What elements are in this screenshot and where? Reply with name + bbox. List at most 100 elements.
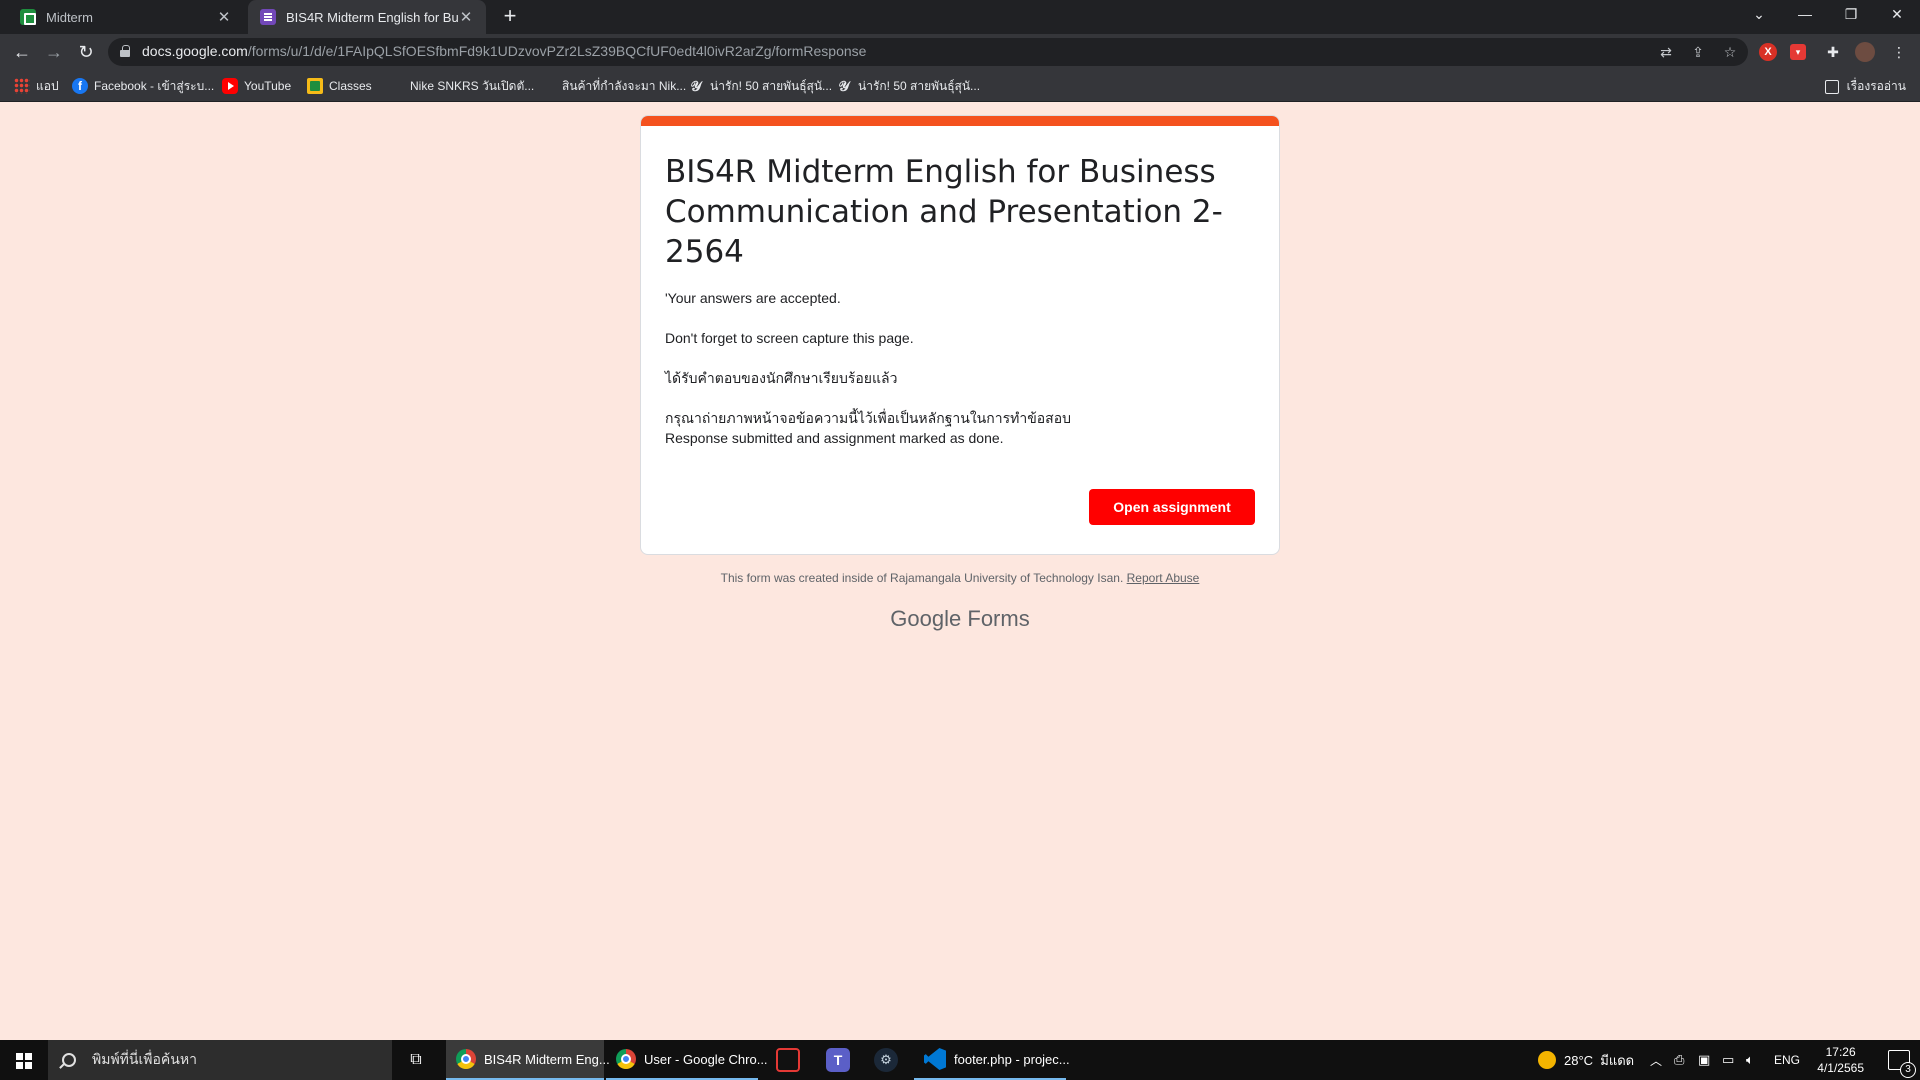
taskbar-search[interactable]: พิมพ์ที่นี่เพื่อค้นหา [48, 1040, 392, 1080]
extensions-puzzle-icon[interactable]: ✚ [1822, 41, 1844, 63]
google-classroom-icon [307, 78, 323, 94]
extension-pocket-icon[interactable]: ▾ [1790, 44, 1806, 60]
printer-icon[interactable]: ⎙ [1674, 1040, 1684, 1080]
form-response-card: BIS4R Midterm English for Business Commu… [640, 115, 1280, 555]
nike-icon [388, 78, 404, 94]
form-accent-bar [641, 116, 1279, 126]
address-bar[interactable]: docs.google.com/forms/u/1/d/e/1FAIpQLSfO… [108, 38, 1748, 66]
forms-wordmark: Forms [967, 606, 1030, 631]
submission-status: Response submitted and assignment marked… [665, 430, 1004, 446]
weather-widget[interactable]: 28°C มีแดด [1538, 1040, 1634, 1080]
bookmark-star-icon[interactable]: ☆ [1720, 42, 1740, 62]
bookmark-nike-upcoming[interactable]: สินค้าที่กำลังจะมา Nik... [540, 77, 686, 95]
garena-icon[interactable] [776, 1048, 800, 1072]
language-indicator[interactable]: ENG [1774, 1040, 1800, 1080]
form-footer: This form was created inside of Rajamang… [640, 571, 1280, 585]
restore-button[interactable]: ❐ [1828, 0, 1874, 30]
reading-list-label: เรื่องรออ่าน [1846, 79, 1906, 93]
bookmark-label: YouTube [244, 79, 292, 93]
taskbar-app-label: User - Google Chro... [644, 1051, 768, 1067]
weather-text: มีแดด [1600, 1052, 1635, 1068]
google-forms-icon [260, 9, 276, 25]
bookmark-label: Classes [329, 79, 372, 93]
bookmark-dogs-1[interactable]: 𝒴 น่ารัก! 50 สายพันธุ์สุนั... [688, 77, 833, 95]
windows-logo-icon [16, 1053, 32, 1069]
message-line: ได้รับคำตอบของนักศึกษาเรียบร้อยแล้ว [665, 370, 898, 386]
footer-text: This form was created inside of Rajamang… [720, 571, 1124, 585]
profile-avatar[interactable] [1855, 42, 1875, 62]
vscode-icon [924, 1048, 946, 1070]
bookmark-label: แอป [36, 78, 59, 93]
google-sheets-icon [20, 9, 36, 25]
reload-icon[interactable]: ↻ [74, 40, 98, 64]
app-tray-icon[interactable]: ▣ [1698, 1040, 1710, 1080]
bookmark-youtube[interactable]: YouTube [222, 77, 291, 95]
message-line: 'Your answers are accepted. [665, 290, 841, 306]
reading-list-icon [1824, 79, 1839, 94]
close-tab-icon[interactable]: ✕ [458, 8, 474, 26]
url-text[interactable]: docs.google.com/forms/u/1/d/e/1FAIpQLSfO… [142, 43, 866, 59]
tab-title: Midterm [46, 9, 93, 25]
confirmation-message: 'Your answers are accepted. Don't forget… [665, 288, 1255, 428]
taskbar-app-chrome-form[interactable]: BIS4R Midterm Eng... [446, 1040, 610, 1080]
google-wordmark: Google [890, 606, 962, 631]
back-icon[interactable]: ← [10, 40, 34, 64]
volume-icon[interactable]: 🔈︎ [1746, 1040, 1754, 1080]
reading-list[interactable]: เรื่องรออ่าน [1824, 77, 1906, 96]
chrome-menu-icon[interactable]: ⋮ [1888, 41, 1910, 63]
clock-date: 4/1/2565 [1817, 1061, 1864, 1075]
lock-icon[interactable] [120, 45, 130, 57]
tab-midterm[interactable]: Midterm ✕ [8, 0, 244, 34]
chrome-icon [456, 1049, 476, 1069]
start-button[interactable] [0, 1040, 48, 1080]
taskbar-app-chrome-user[interactable]: User - Google Chro... [606, 1040, 768, 1080]
sun-icon [1538, 1051, 1556, 1069]
bookmark-nike-snkrs[interactable]: Nike SNKRS วันเปิดตั... [388, 77, 534, 95]
apps-grid-icon [14, 78, 30, 94]
search-placeholder: พิมพ์ที่นี่เพื่อค้นหา [92, 1051, 197, 1067]
bookmark-apps[interactable]: แอป [14, 77, 59, 95]
tab-search-icon[interactable]: ⌄ [1736, 0, 1782, 30]
taskbar-app-vscode[interactable]: footer.php - projec... [914, 1040, 1070, 1080]
notification-count-badge: 3 [1900, 1062, 1916, 1078]
tab-title: BIS4R Midterm English for Business Commu… [286, 9, 458, 25]
taskbar-app-label: BIS4R Midterm Eng... [484, 1051, 610, 1067]
steam-icon[interactable]: ⚙ [874, 1048, 898, 1072]
share-icon[interactable]: ⇪ [1688, 42, 1708, 62]
bookmark-label: น่ารัก! 50 สายพันธุ์สุนั... [858, 78, 981, 93]
bookmark-label: น่ารัก! 50 สายพันธุ์สุนั... [710, 78, 833, 93]
search-icon [62, 1053, 76, 1067]
close-window-button[interactable]: ✕ [1874, 0, 1920, 30]
clock-time: 17:26 [1825, 1045, 1856, 1059]
weather-temp: 28°C [1564, 1052, 1594, 1068]
youtube-icon [222, 78, 238, 94]
report-abuse-link[interactable]: Report Abuse [1127, 571, 1200, 585]
site-icon: 𝒴 [838, 78, 850, 94]
open-assignment-button[interactable]: Open assignment [1089, 489, 1255, 525]
bookmark-label: Facebook - เข้าสู่ระบ... [94, 78, 215, 93]
form-title: BIS4R Midterm English for Business Commu… [665, 154, 1223, 270]
translate-icon[interactable]: ⇄ [1656, 42, 1676, 62]
bookmark-label: Nike SNKRS วันเปิดตั... [410, 78, 535, 93]
clock[interactable]: 17:26 4/1/2565 [1817, 1044, 1864, 1076]
facebook-icon: f [72, 78, 88, 94]
bookmark-facebook[interactable]: f Facebook - เข้าสู่ระบ... [72, 77, 214, 95]
close-tab-icon[interactable]: ✕ [216, 8, 232, 26]
bookmark-classes[interactable]: Classes [307, 77, 372, 95]
windows-taskbar: พิมพ์ที่นี่เพื่อค้นหา ⧉ BIS4R Midterm En… [0, 1040, 1920, 1080]
bookmark-dogs-2[interactable]: 𝒴 น่ารัก! 50 สายพันธุ์สุนั... [836, 77, 981, 95]
tray-overflow-icon[interactable]: ︿ [1650, 1040, 1662, 1080]
tab-bis4r-form[interactable]: BIS4R Midterm English for Business Commu… [248, 0, 486, 34]
site-icon: 𝒴 [690, 78, 702, 94]
minimize-button[interactable]: — [1782, 0, 1828, 30]
forward-icon[interactable]: → [42, 40, 66, 64]
new-tab-button[interactable]: + [498, 5, 522, 29]
google-forms-logo[interactable]: Google Forms [640, 606, 1280, 632]
browser-tab-strip: Midterm ✕ BIS4R Midterm English for Busi… [0, 0, 1920, 34]
bookmarks-bar: แอป f Facebook - เข้าสู่ระบ... YouTube C… [0, 70, 1920, 102]
extension-x-icon[interactable]: X [1759, 43, 1777, 61]
nike-icon [540, 78, 556, 94]
network-icon[interactable]: ▭ [1722, 1040, 1734, 1080]
teams-icon[interactable]: T [826, 1048, 850, 1072]
task-view-icon[interactable]: ⧉ [404, 1048, 428, 1072]
